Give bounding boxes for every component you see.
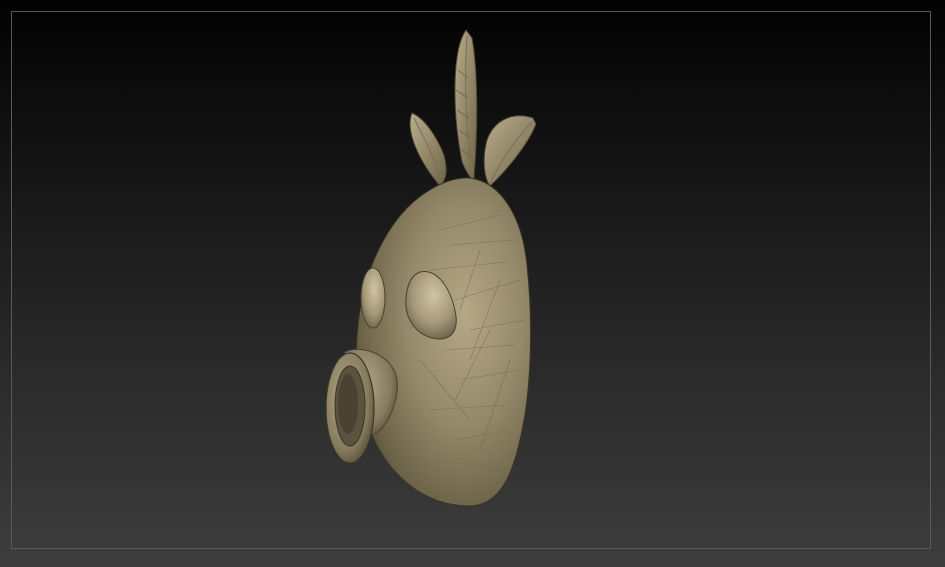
head-shell <box>355 177 532 507</box>
leaf-right <box>483 115 537 187</box>
3d-viewport[interactable] <box>0 0 945 567</box>
sculpted-mask-model[interactable] <box>0 0 945 567</box>
leaf-center <box>454 29 478 179</box>
leaf-left <box>409 112 447 187</box>
eye-far <box>360 267 386 329</box>
